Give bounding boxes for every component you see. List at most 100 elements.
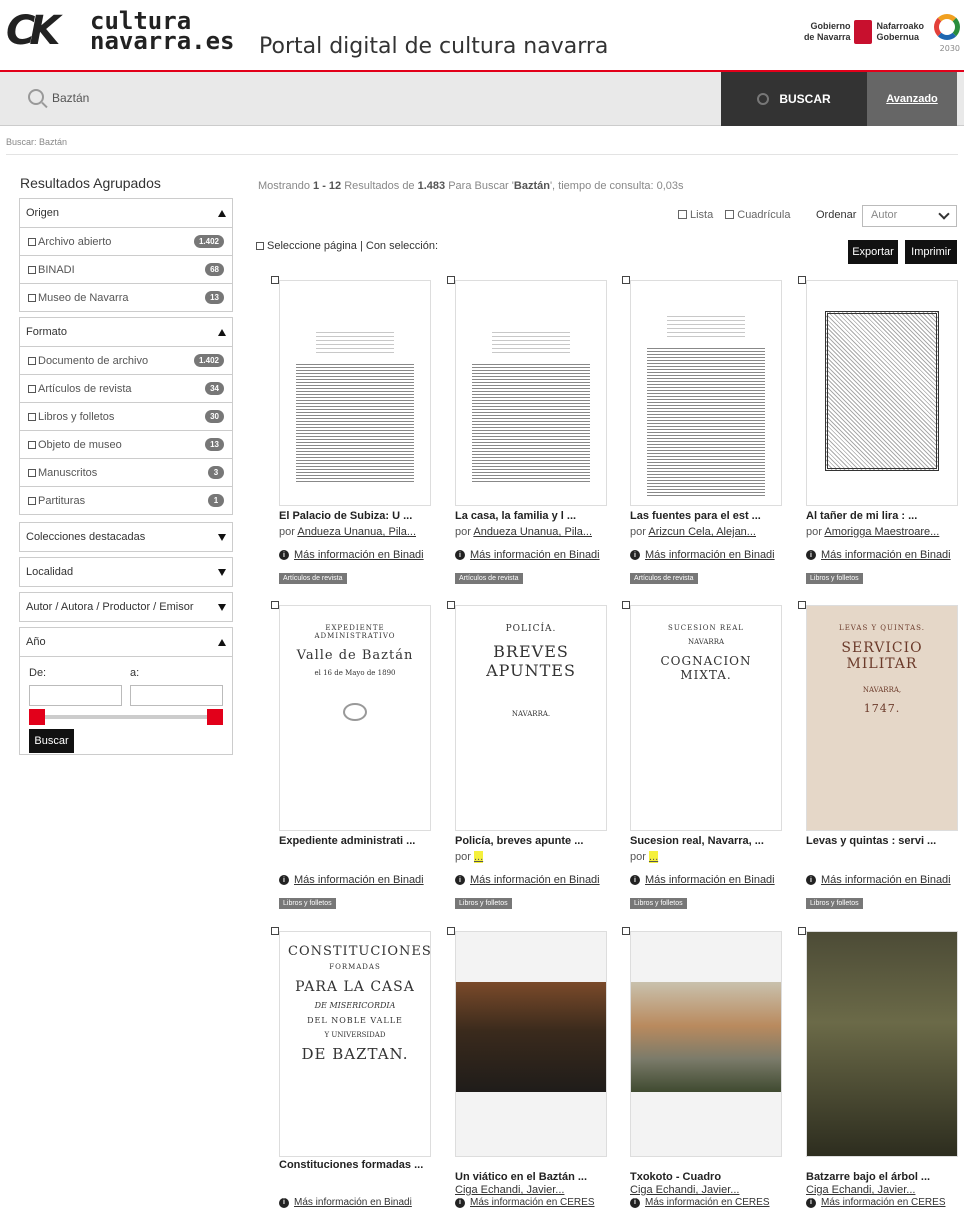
checkbox[interactable] bbox=[28, 496, 36, 505]
facet-localidad-header[interactable]: Localidad bbox=[20, 558, 232, 586]
thumbnail[interactable]: LEVAS Y QUINTAS. SERVICIO MILITAR NAVARR… bbox=[806, 605, 958, 831]
checkbox[interactable] bbox=[28, 265, 36, 274]
format-tag: Artículos de revista bbox=[630, 573, 698, 584]
checkbox[interactable] bbox=[447, 927, 455, 935]
thumbnail[interactable] bbox=[806, 280, 958, 506]
result-title[interactable]: Txokoto - Cuadro bbox=[630, 1171, 794, 1183]
checkbox[interactable] bbox=[447, 276, 455, 284]
more-info-link[interactable]: i Más información en Binadi bbox=[630, 874, 775, 886]
slider-handle-min[interactable] bbox=[29, 709, 45, 725]
year-to-input[interactable] bbox=[130, 685, 223, 706]
checkbox[interactable] bbox=[622, 927, 630, 935]
more-info-link[interactable]: i Más información en Binadi bbox=[806, 874, 951, 886]
result-title[interactable]: Batzarre bajo el árbol ... bbox=[806, 1171, 964, 1183]
thumbnail[interactable]: CONSTITUCIONES FORMADAS PARA LA CASA DE … bbox=[279, 931, 431, 1157]
site-header: CK cultura navarra.es Portal digital de … bbox=[0, 0, 964, 72]
result-title[interactable]: Al tañer de mi lira : ... bbox=[806, 510, 964, 522]
facet-item[interactable]: Documento de archivo 1.402 bbox=[20, 346, 232, 374]
more-info-link[interactable]: i Más información en Binadi bbox=[806, 549, 951, 561]
view-switcher: Lista Cuadrícula bbox=[678, 209, 790, 221]
facet-item[interactable]: Museo de Navarra 13 bbox=[20, 283, 232, 311]
print-button[interactable]: Imprimir bbox=[905, 240, 957, 264]
checkbox[interactable] bbox=[28, 293, 36, 302]
thumbnail[interactable] bbox=[630, 931, 782, 1157]
facet-item[interactable]: Artículos de revista 34 bbox=[20, 374, 232, 402]
more-info-link[interactable]: i Más información en Binadi bbox=[279, 874, 424, 886]
checkbox[interactable] bbox=[28, 440, 36, 449]
ods-2030-icon[interactable] bbox=[934, 14, 960, 40]
more-info-link[interactable]: i Más información en Binadi bbox=[279, 549, 424, 561]
checkbox[interactable] bbox=[28, 237, 36, 246]
facet-origen-header[interactable]: Origen bbox=[20, 199, 232, 227]
expand-arrow-icon bbox=[218, 568, 226, 576]
result-title[interactable]: Constituciones formadas ... bbox=[279, 1159, 443, 1171]
result-title[interactable]: Las fuentes para el est ... bbox=[630, 510, 794, 522]
facet-item[interactable]: Libros y folletos 30 bbox=[20, 402, 232, 430]
facet-item[interactable]: Manuscritos 3 bbox=[20, 458, 232, 486]
checkbox[interactable] bbox=[256, 242, 264, 250]
year-search-button[interactable]: Buscar bbox=[29, 729, 74, 753]
facet-item[interactable]: Objeto de museo 13 bbox=[20, 430, 232, 458]
checkbox[interactable] bbox=[622, 276, 630, 284]
checkbox[interactable] bbox=[28, 468, 36, 477]
thumbnail[interactable] bbox=[455, 280, 607, 506]
count-badge: 34 bbox=[205, 382, 224, 395]
portal-title: Portal digital de cultura navarra bbox=[259, 34, 609, 59]
year-from-input[interactable] bbox=[29, 685, 122, 706]
more-info-link[interactable]: i Más información en CERES bbox=[806, 1197, 946, 1208]
advanced-search-link[interactable]: Avanzado bbox=[867, 72, 957, 126]
result-title[interactable]: El Palacio de Subiza: U ... bbox=[279, 510, 443, 522]
result-title[interactable]: La casa, la familia y l ... bbox=[455, 510, 619, 522]
facet-item[interactable]: Partituras 1 bbox=[20, 486, 232, 514]
navarra-shield-icon bbox=[854, 20, 873, 44]
view-list-button[interactable]: Lista bbox=[678, 209, 713, 221]
checkbox[interactable] bbox=[28, 412, 36, 421]
facet-anio-header[interactable]: Año bbox=[20, 628, 232, 656]
grid-icon bbox=[725, 210, 735, 219]
facet-item[interactable]: BINADI 68 bbox=[20, 255, 232, 283]
facet-colecciones-header[interactable]: Colecciones destacadas bbox=[20, 523, 232, 551]
checkbox[interactable] bbox=[798, 601, 806, 609]
thumbnail[interactable]: POLICÍA. BREVES APUNTES NAVARRA. bbox=[455, 605, 607, 831]
order-select[interactable]: Autor bbox=[862, 205, 957, 227]
more-info-link[interactable]: i Más información en Binadi bbox=[279, 1197, 412, 1208]
more-info-link[interactable]: i Más información en Binadi bbox=[455, 874, 600, 886]
checkbox[interactable] bbox=[798, 276, 806, 284]
result-title[interactable]: Expediente administrati ... bbox=[279, 835, 443, 847]
more-info-link[interactable]: i Más información en Binadi bbox=[455, 549, 600, 561]
view-grid-button[interactable]: Cuadrícula bbox=[725, 209, 790, 221]
search-button[interactable]: BUSCAR bbox=[721, 72, 867, 126]
thumbnail[interactable] bbox=[806, 931, 958, 1157]
checkbox[interactable] bbox=[271, 276, 279, 284]
facet-formato-header[interactable]: Formato bbox=[20, 318, 232, 346]
thumbnail[interactable] bbox=[455, 931, 607, 1157]
export-button[interactable]: Exportar bbox=[848, 240, 898, 264]
site-logo[interactable]: CK cultura navarra.es bbox=[6, 8, 235, 54]
result-title[interactable]: Sucesion real, Navarra, ... bbox=[630, 835, 794, 847]
checkbox[interactable] bbox=[28, 356, 36, 365]
facet-autor-header[interactable]: Autor / Autora / Productor / Emisor bbox=[20, 593, 232, 621]
slider-handle-max[interactable] bbox=[207, 709, 223, 725]
select-page[interactable]: Seleccione página | Con selección: bbox=[256, 240, 438, 252]
more-info-link[interactable]: i Más información en CERES bbox=[630, 1197, 770, 1208]
result-title[interactable]: Levas y quintas : servi ... bbox=[806, 835, 964, 847]
more-info-link[interactable]: i Más información en Binadi bbox=[630, 549, 775, 561]
checkbox[interactable] bbox=[271, 927, 279, 935]
more-info-link[interactable]: i Más información en CERES bbox=[455, 1197, 595, 1208]
logo-line-2: navarra.es bbox=[90, 27, 235, 55]
checkbox[interactable] bbox=[622, 601, 630, 609]
checkbox[interactable] bbox=[798, 927, 806, 935]
thumbnail[interactable] bbox=[279, 280, 431, 506]
government-logo[interactable]: Gobierno de Navarra Nafarroako Gobernua bbox=[804, 20, 924, 44]
checkbox[interactable] bbox=[28, 384, 36, 393]
thumbnail[interactable] bbox=[630, 280, 782, 506]
thumbnail[interactable]: SUCESION REAL NAVARRA COGNACION MIXTA. bbox=[630, 605, 782, 831]
search-input[interactable] bbox=[52, 86, 702, 110]
facet-item[interactable]: Archivo abierto 1.402 bbox=[20, 227, 232, 255]
result-title[interactable]: Un viático en el Baztán ... bbox=[455, 1171, 619, 1183]
result-title[interactable]: Policía, breves apunte ... bbox=[455, 835, 619, 847]
thumbnail[interactable]: EXPEDIENTE ADMINISTRATIVO Valle de Baztá… bbox=[279, 605, 431, 831]
checkbox[interactable] bbox=[271, 601, 279, 609]
checkbox[interactable] bbox=[447, 601, 455, 609]
year-range-slider[interactable] bbox=[36, 715, 216, 719]
